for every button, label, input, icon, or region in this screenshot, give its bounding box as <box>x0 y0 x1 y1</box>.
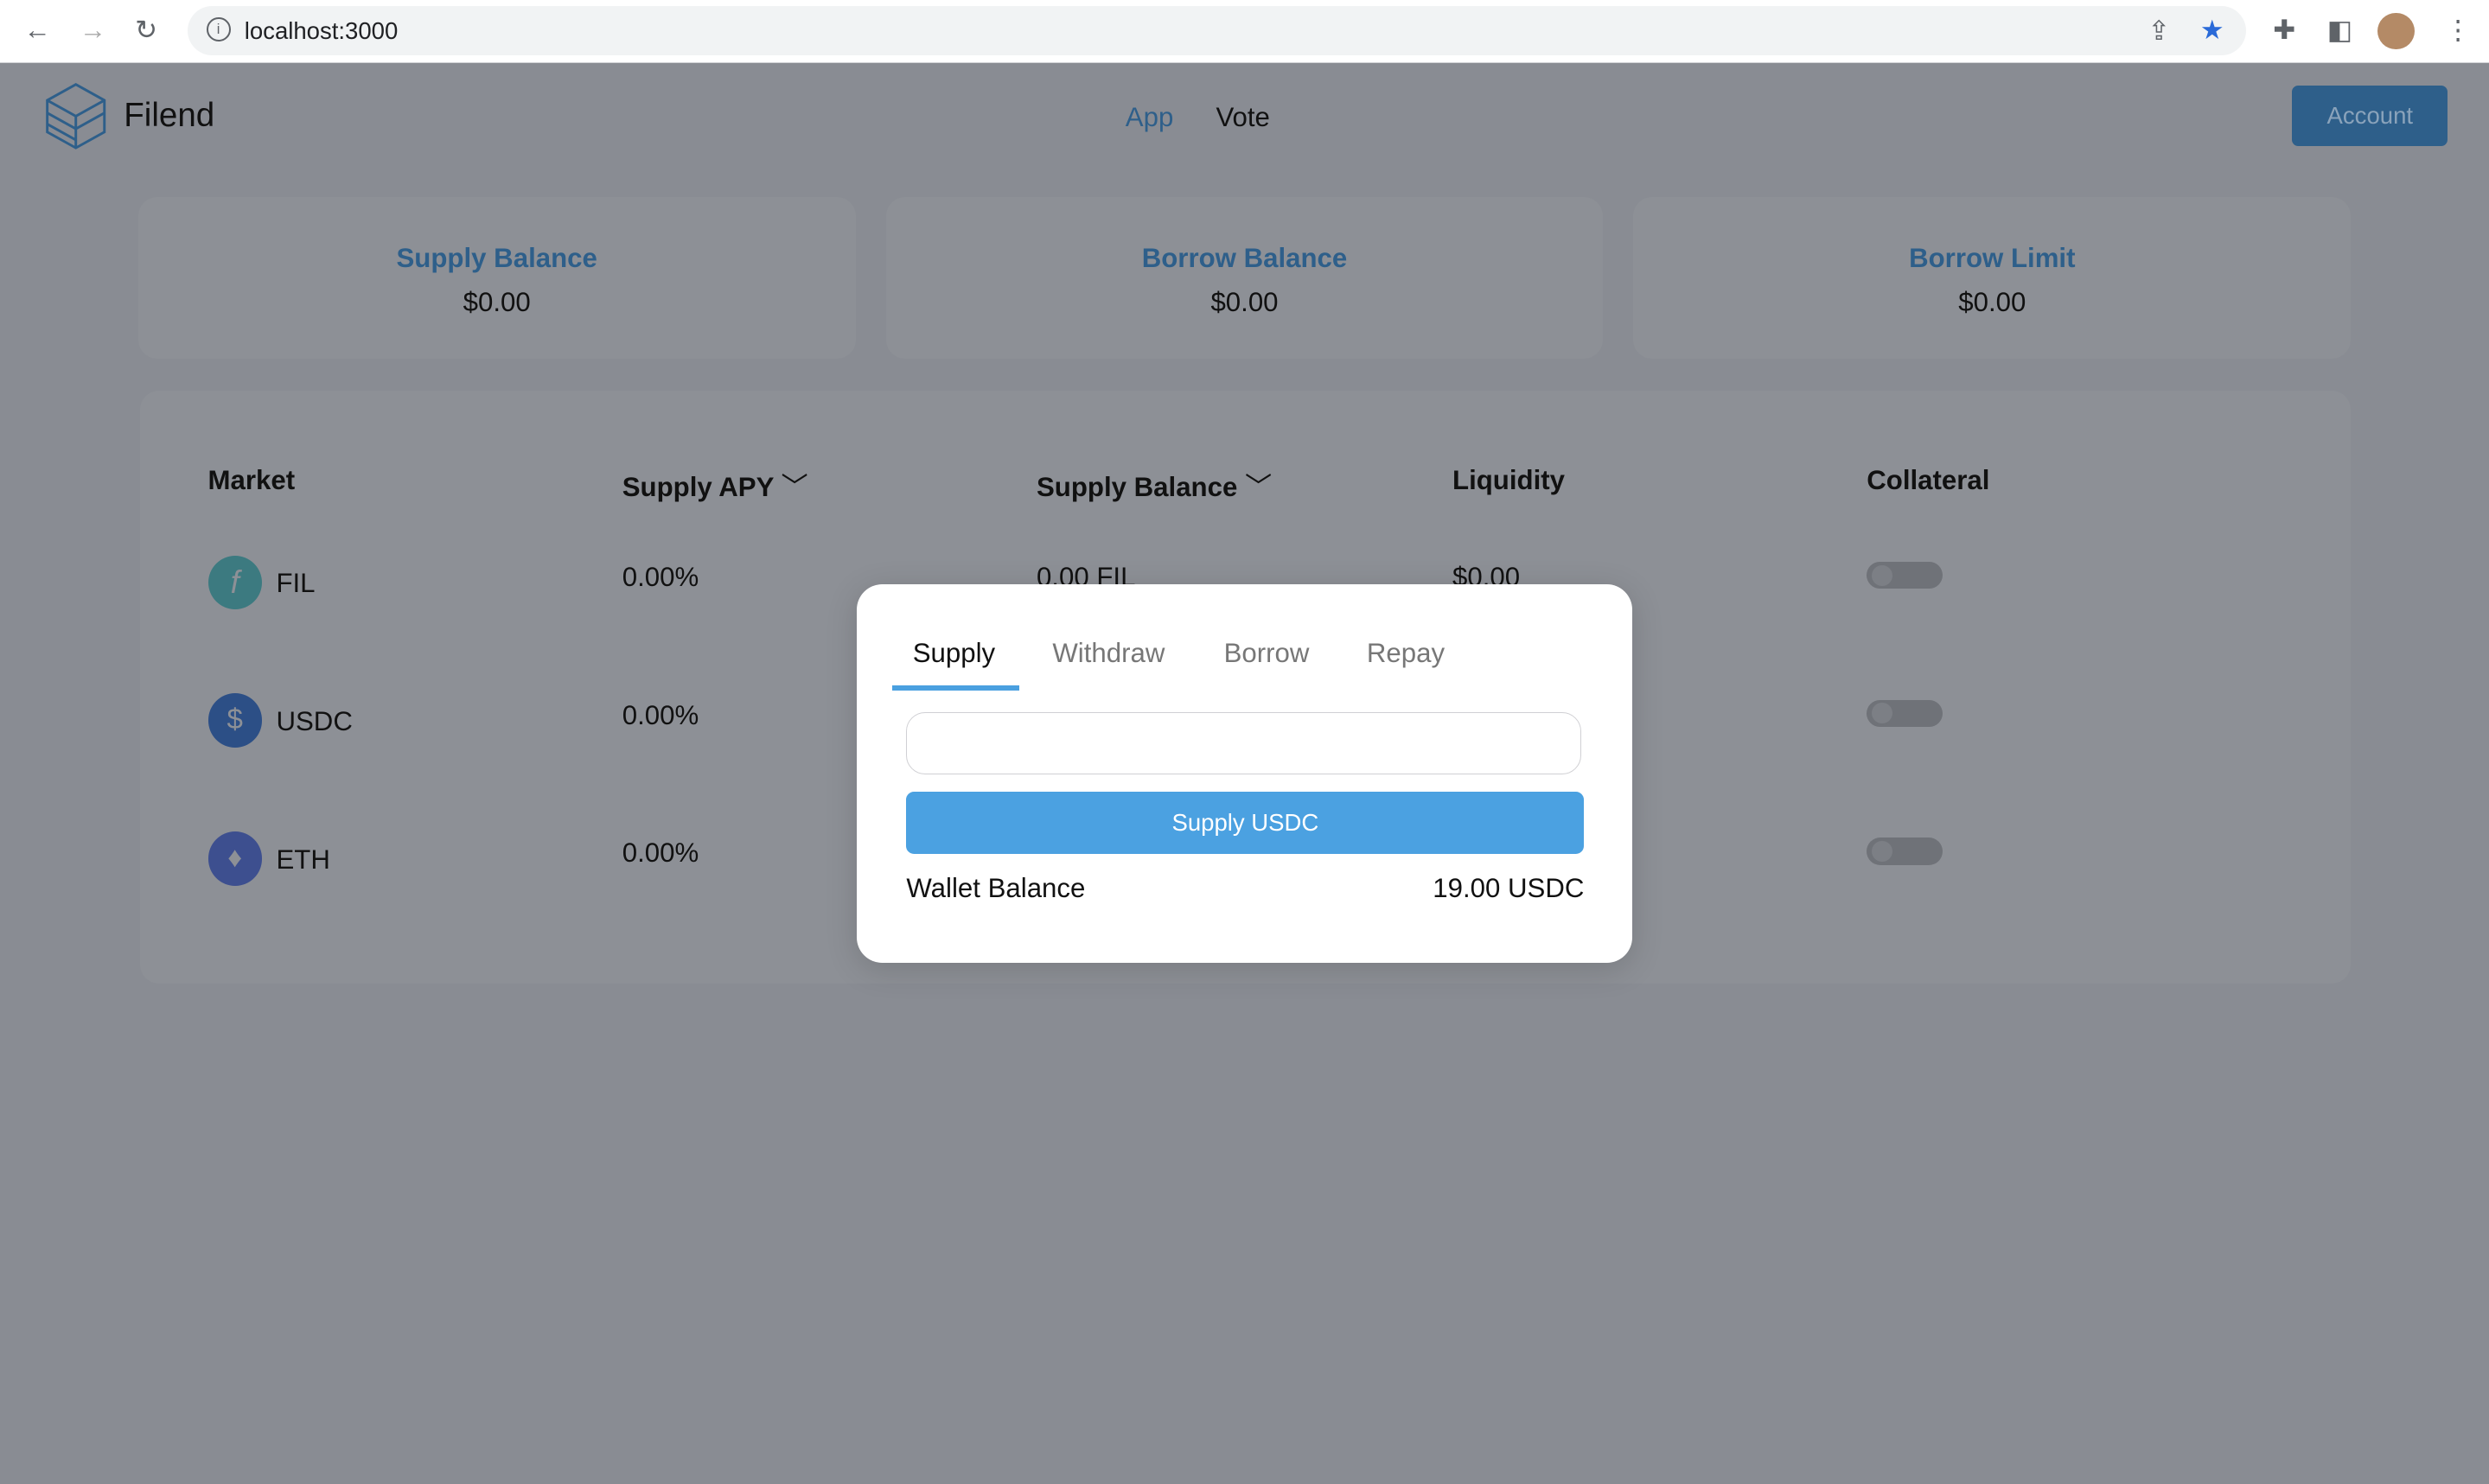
tab-withdraw[interactable]: Withdraw <box>1052 638 1165 669</box>
collateral-toggle[interactable] <box>1867 699 1943 727</box>
market-name: ETH <box>276 844 330 875</box>
card-value: $0.00 <box>1210 286 1279 317</box>
supply-apy: 0.00% <box>622 699 699 730</box>
collateral-toggle[interactable] <box>1867 838 1943 865</box>
supply-usdc-button[interactable]: Supply USDC <box>906 792 1585 854</box>
url-text: localhost:3000 <box>244 17 399 45</box>
fil-icon: f <box>207 555 262 610</box>
card-title: Borrow Balance <box>1141 242 1348 273</box>
tab-borrow[interactable]: Borrow <box>1224 638 1310 669</box>
supply-apy: 0.00% <box>622 838 699 869</box>
bookmark-star-icon[interactable]: ★ <box>2200 15 2224 46</box>
wallet-balance-label: Wallet Balance <box>906 872 1086 903</box>
card-title: Borrow Limit <box>1909 242 2076 273</box>
browser-toolbar: ← → ↻ i localhost:3000 ⇪ ★ ✚ ◧ ⋮ <box>0 0 2489 63</box>
extensions-icon[interactable]: ✚ <box>2273 15 2295 46</box>
side-panel-icon[interactable]: ◧ <box>2327 15 2352 46</box>
col-liquidity: Liquidity <box>1452 464 1566 495</box>
share-icon[interactable]: ⇪ <box>2148 16 2170 47</box>
filend-logo-icon <box>46 82 106 150</box>
forward-icon[interactable]: → <box>80 15 106 46</box>
info-icon[interactable]: i <box>206 17 231 42</box>
col-market: Market <box>207 464 296 495</box>
brand-name: Filend <box>124 96 215 134</box>
col-label: Supply Balance <box>1036 471 1238 502</box>
reload-icon[interactable]: ↻ <box>135 15 157 46</box>
amount-input[interactable] <box>906 712 1581 774</box>
supply-apy: 0.00% <box>622 561 699 592</box>
tab-supply[interactable]: Supply <box>913 638 995 669</box>
chevron-down-icon: ﹀ <box>781 471 808 502</box>
address-bar[interactable]: i localhost:3000 ⇪ ★ <box>187 6 2247 56</box>
eth-icon: ♦ <box>207 831 262 886</box>
col-collateral: Collateral <box>1867 464 1990 495</box>
card-value: $0.00 <box>1958 286 2026 317</box>
chevron-down-icon: ﹀ <box>1245 471 1273 502</box>
market-name: FIL <box>276 568 316 599</box>
borrow-limit-card: Borrow Limit $0.00 <box>1633 196 2352 359</box>
supply-modal: Supply Withdraw Borrow Repay Supply USDC… <box>857 583 1632 964</box>
tab-repay[interactable]: Repay <box>1367 638 1445 669</box>
account-button[interactable]: Account <box>2292 86 2448 146</box>
col-supply-balance[interactable]: Supply Balance ﹀ <box>1037 465 1272 504</box>
supply-balance-card: Supply Balance $0.00 <box>137 196 856 359</box>
menu-icon[interactable]: ⋮ <box>2445 15 2472 46</box>
card-title: Supply Balance <box>396 242 597 273</box>
wallet-balance-value: 19.00 USDC <box>1433 872 1585 903</box>
active-tab-indicator <box>891 685 1019 691</box>
nav-app[interactable]: App <box>1126 102 1174 133</box>
nav-vote[interactable]: Vote <box>1216 102 1269 133</box>
collateral-toggle[interactable] <box>1867 561 1943 589</box>
borrow-balance-card: Borrow Balance $0.00 <box>885 196 1604 359</box>
app-header: Filend App Vote Account <box>0 63 2489 169</box>
col-label: Supply APY <box>622 471 774 502</box>
col-supply-apy[interactable]: Supply APY ﹀ <box>622 465 808 504</box>
card-value: $0.00 <box>463 286 531 317</box>
usdc-icon: $ <box>207 693 262 748</box>
back-icon[interactable]: ← <box>24 15 51 46</box>
profile-avatar[interactable] <box>2377 12 2415 49</box>
market-name: USDC <box>276 706 353 737</box>
